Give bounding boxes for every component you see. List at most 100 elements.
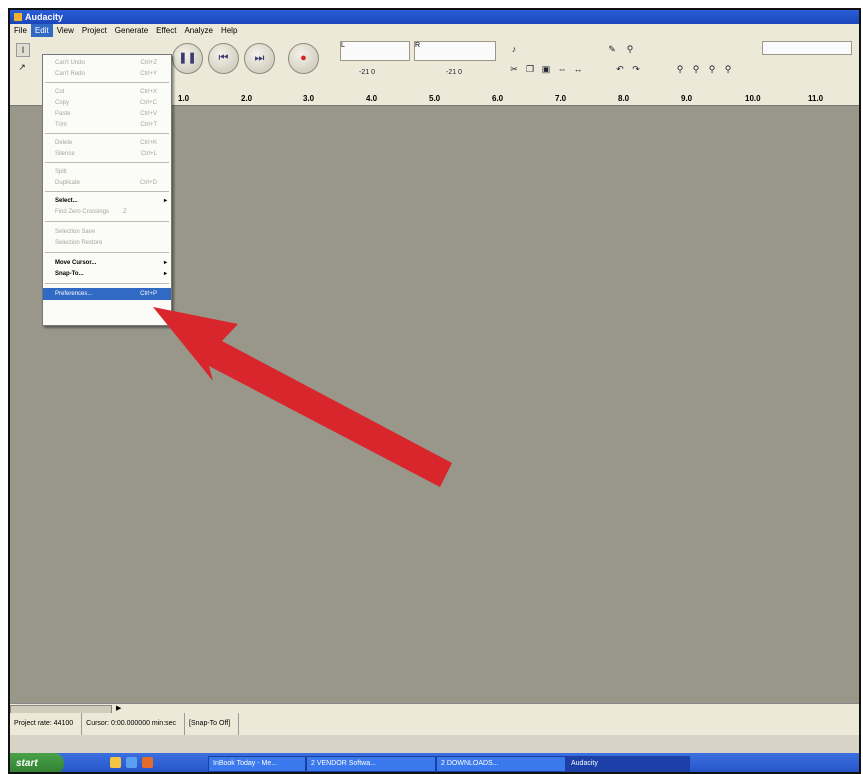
output-volume-slider[interactable]: -21 0: [342, 67, 392, 79]
quicklaunch-browser-icon[interactable]: [126, 757, 137, 768]
menu-item-selection-restore[interactable]: Selection Restore: [43, 237, 171, 249]
menu-item-label: Trim: [55, 122, 67, 128]
menu-item-shortcut: Ctrl+T: [140, 122, 158, 128]
menu-file[interactable]: File: [10, 24, 31, 37]
ruler-tick: 1.0: [178, 94, 190, 103]
menu-item-label: Find Zero Crossings: [55, 209, 110, 215]
speaker-icon: ♪: [511, 44, 517, 54]
fit-project-icon[interactable]: ⚲: [722, 63, 734, 75]
meter-label-left: L: [341, 42, 345, 49]
pause-button[interactable]: ❚❚: [172, 43, 203, 74]
menu-item-label: Cut: [55, 89, 65, 95]
menu-item-label: Selection Restore: [55, 240, 103, 246]
level-meter-output[interactable]: L: [340, 41, 410, 61]
zoom-out-icon[interactable]: ⚲: [690, 63, 702, 75]
menu-item-label: Preferences...: [55, 291, 93, 297]
scroll-right-arrow-icon[interactable]: ▶: [116, 704, 121, 712]
menu-view[interactable]: View: [53, 24, 78, 37]
edit-menu-dropdown: Can't Undo Ctrl+Z Can't Redo Ctrl+Y Cut Ctr…: [42, 54, 172, 326]
menu-item-preferences[interactable]: Preferences... Ctrl+P: [43, 288, 171, 300]
ruler-tick: 5.0: [429, 94, 441, 103]
quicklaunch-media-icon[interactable]: [142, 757, 153, 768]
window-title: Audacity: [25, 12, 64, 22]
title-bar: Audacity: [10, 10, 859, 24]
menu-item-redo[interactable]: Can't Redo Ctrl+Y: [43, 68, 171, 80]
ruler-tick: 6.0: [492, 94, 504, 103]
copy-icon[interactable]: ❐: [524, 63, 536, 75]
ruler-tick: 3.0: [303, 94, 315, 103]
menu-item-label: Can't Undo: [55, 60, 85, 66]
menu-separator: [45, 162, 169, 163]
app-icon: [14, 13, 22, 21]
menu-item-label: Copy: [55, 100, 70, 106]
zoom-icon[interactable]: ⚲: [624, 43, 636, 55]
record-button[interactable]: ●: [288, 43, 319, 74]
menu-item-find-zero-crossings[interactable]: Find Zero Crossings Z: [43, 206, 171, 218]
taskbar-item-inbook[interactable]: InBook Today - Me...: [208, 756, 306, 772]
menu-separator: [45, 221, 169, 222]
quicklaunch-folder-icon[interactable]: [110, 757, 121, 768]
device-select[interactable]: [762, 41, 852, 55]
menu-item-trim[interactable]: Trim Ctrl+T: [43, 119, 171, 131]
menu-item-label: Delete: [55, 140, 73, 146]
menu-edit[interactable]: Edit: [30, 24, 53, 37]
menu-project[interactable]: Project: [78, 24, 111, 37]
redo-icon[interactable]: ↷: [630, 63, 642, 75]
selection-tool-icon[interactable]: I: [16, 43, 30, 57]
menu-bar: File Edit View Project Generate Effect Analyze…: [10, 24, 859, 37]
menu-item-label: Paste: [55, 111, 71, 117]
undo-icon[interactable]: ↶: [614, 63, 626, 75]
paste-icon[interactable]: ▣: [540, 63, 552, 75]
cut-icon[interactable]: ✂: [508, 63, 520, 75]
menu-separator: [45, 191, 169, 192]
envelope-tool-icon[interactable]: ↗: [16, 61, 28, 73]
menu-effect[interactable]: Effect: [152, 24, 180, 37]
menu-item-label: Select...: [55, 198, 78, 204]
menu-item-label: Silence: [55, 151, 75, 157]
submenu-arrow-icon: ▸: [163, 271, 167, 277]
taskbar-item-vendor[interactable]: 2 VENDOR Softwa...: [306, 756, 436, 772]
zoom-in-icon[interactable]: ⚲: [674, 63, 686, 75]
fit-selection-icon[interactable]: ⚲: [706, 63, 718, 75]
cursor-position: Cursor: 0:00.000000 min:sec: [86, 713, 186, 735]
menu-item-shortcut: Ctrl+Y: [140, 71, 157, 77]
menu-generate[interactable]: Generate: [111, 24, 152, 37]
menu-item-label: Selection Save: [55, 229, 96, 235]
status-bar: Project rate: 44100 Cursor: 0:00.000000 m…: [10, 713, 859, 735]
screenshot-frame: Audacity File Edit View Project Generate Effe…: [8, 8, 861, 774]
project-rate[interactable]: Project rate: 44100: [14, 713, 83, 735]
menu-item-silence[interactable]: Silence Ctrl+L: [43, 148, 171, 160]
menu-separator: [45, 133, 169, 134]
menu-item-label: Duplicate: [55, 180, 81, 186]
menu-help[interactable]: Help: [217, 24, 241, 37]
ruler-tick: 4.0: [366, 94, 378, 103]
menu-item-label: Move Cursor...: [55, 260, 97, 266]
level-meter-input[interactable]: R: [414, 41, 496, 61]
taskbar: start InBook Today - Me... 2 VENDOR Soft…: [10, 753, 859, 772]
taskbar-item-audacity[interactable]: Audacity: [566, 756, 690, 772]
menu-item-shortcut: Ctrl+P: [140, 291, 157, 297]
meter-label-right: R: [415, 42, 421, 49]
start-button[interactable]: start: [10, 753, 64, 772]
menu-item-shortcut: Ctrl+D: [139, 180, 157, 186]
ruler-tick: 8.0: [618, 94, 630, 103]
ruler-tick: 11.0: [808, 94, 824, 103]
menu-item-shortcut: Ctrl+L: [140, 151, 157, 157]
menu-item-shortcut: Z: [123, 209, 127, 215]
ruler-tick: 9.0: [681, 94, 693, 103]
menu-separator: [45, 283, 169, 284]
skip-end-button[interactable]: ⏭: [244, 43, 275, 74]
menu-analyze[interactable]: Analyze: [180, 24, 216, 37]
snap-status: [Snap-To Off]: [189, 713, 240, 735]
taskbar-item-downloads[interactable]: 2 DOWNLOADS...: [436, 756, 566, 772]
menu-separator: [45, 82, 169, 83]
menu-separator: [45, 252, 169, 253]
pencil-icon[interactable]: ✎: [606, 43, 618, 55]
trim-icon[interactable]: ⇔: [556, 63, 568, 75]
menu-item-label: Snap-To...: [55, 271, 84, 277]
skip-start-button[interactable]: ⏮: [208, 43, 239, 74]
silence-icon[interactable]: ↔: [572, 63, 584, 75]
menu-item-duplicate[interactable]: Duplicate Ctrl+D: [43, 177, 171, 189]
menu-item-snap-to[interactable]: Snap-To... ▸: [43, 268, 171, 280]
input-volume-slider[interactable]: -21 0: [424, 67, 484, 79]
